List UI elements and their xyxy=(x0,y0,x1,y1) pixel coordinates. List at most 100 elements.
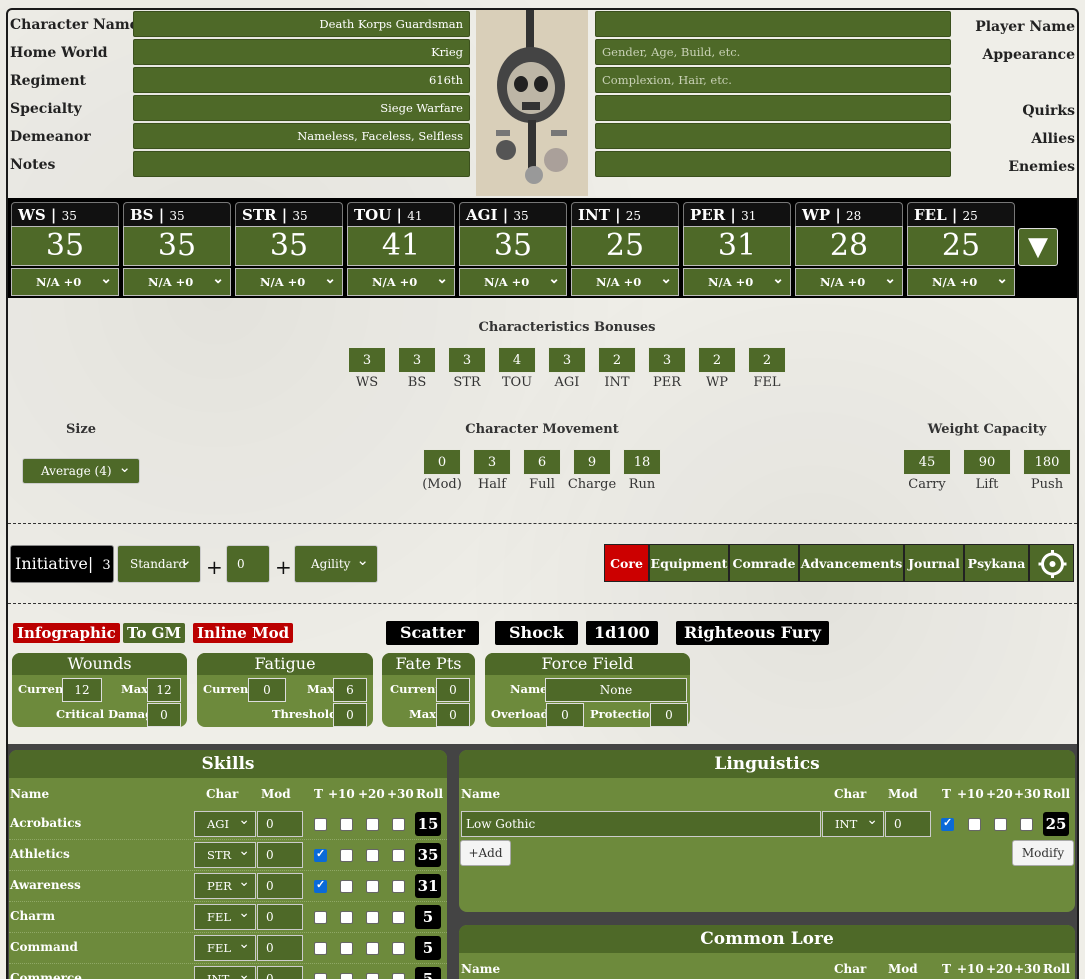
characteristic-mod-select[interactable]: N/A +0 xyxy=(347,266,455,296)
skill-mod-input[interactable]: 0 xyxy=(257,842,303,868)
expand-characteristics-button[interactable]: ▼ xyxy=(1018,228,1058,266)
fatigue-max-input[interactable]: 6 xyxy=(333,678,367,702)
characteristic-mod-select[interactable]: N/A +0 xyxy=(683,266,791,296)
identity-field-left[interactable] xyxy=(133,151,470,177)
identity-field-left[interactable]: Krieg xyxy=(133,39,470,65)
characteristic-value-input[interactable]: 25 xyxy=(571,226,679,266)
skill-plus10-checkbox[interactable] xyxy=(340,911,353,924)
skill-plus10-checkbox[interactable] xyxy=(340,880,353,893)
skill-roll-button[interactable]: 5 xyxy=(415,967,441,979)
fate-max-input[interactable]: 0 xyxy=(436,703,470,727)
fatigue-threshold-input[interactable]: 0 xyxy=(333,703,367,727)
skill-plus30-checkbox[interactable] xyxy=(392,942,405,955)
skill-char-select[interactable]: FEL xyxy=(194,901,256,930)
characteristic-header[interactable]: INT | 25 xyxy=(571,202,679,226)
settings-gear-icon[interactable] xyxy=(1029,544,1074,582)
skill-mod-input[interactable]: 0 xyxy=(257,904,303,930)
fatigue-current-input[interactable]: 0 xyxy=(248,678,286,702)
force-protection-input[interactable]: 0 xyxy=(650,703,688,727)
skill-trained-checkbox[interactable] xyxy=(314,942,327,955)
initiative-stat-select[interactable]: Agility xyxy=(294,542,378,583)
skill-trained-checkbox[interactable] xyxy=(314,911,327,924)
characteristic-mod-select[interactable]: N/A +0 xyxy=(571,266,679,296)
skill-plus30-checkbox[interactable] xyxy=(392,849,405,862)
tab-comrade[interactable]: Comrade xyxy=(729,544,799,582)
language-trained-checkbox[interactable] xyxy=(941,816,954,831)
identity-field-left[interactable]: Siege Warfare xyxy=(133,95,470,121)
modify-language-button[interactable]: Modify xyxy=(1012,840,1074,866)
tab-advancements[interactable]: Advancements xyxy=(799,544,904,582)
skill-roll-button[interactable]: 31 xyxy=(415,874,441,898)
force-name-input[interactable]: None xyxy=(545,678,687,702)
skill-plus20-checkbox[interactable] xyxy=(366,942,379,955)
skill-trained-checkbox[interactable] xyxy=(314,973,327,979)
fate-current-input[interactable]: 0 xyxy=(436,678,470,702)
language-roll-button[interactable]: 25 xyxy=(1043,812,1069,836)
skill-plus20-checkbox[interactable] xyxy=(366,880,379,893)
skill-trained-checkbox[interactable] xyxy=(314,878,327,893)
wounds-current-input[interactable]: 12 xyxy=(62,678,102,702)
language-name-input[interactable]: Low Gothic xyxy=(461,811,821,837)
infographic-toggle[interactable]: Infographic xyxy=(13,623,120,643)
to-gm-toggle[interactable]: To GM xyxy=(123,623,186,643)
skill-trained-checkbox[interactable] xyxy=(314,847,327,862)
language-char-select[interactable]: INT xyxy=(822,808,884,837)
initiative-bonus-input[interactable]: 0 xyxy=(226,545,270,583)
characteristic-header[interactable]: PER | 31 xyxy=(683,202,791,226)
characteristic-header[interactable]: AGI | 35 xyxy=(459,202,567,226)
size-select[interactable]: Average (4) xyxy=(22,455,140,484)
wounds-crit-input[interactable]: 0 xyxy=(147,703,181,727)
characteristic-header[interactable]: TOU | 41 xyxy=(347,202,455,226)
tab-journal[interactable]: Journal xyxy=(904,544,964,582)
identity-field-right[interactable] xyxy=(595,151,951,177)
skill-plus10-checkbox[interactable] xyxy=(340,942,353,955)
characteristic-mod-select[interactable]: N/A +0 xyxy=(459,266,567,296)
skill-plus30-checkbox[interactable] xyxy=(392,973,405,979)
righteous-fury-button[interactable]: Righteous Fury xyxy=(676,621,830,645)
add-language-button[interactable]: +Add xyxy=(460,840,511,866)
skill-char-select[interactable]: FEL xyxy=(194,932,256,961)
wounds-max-input[interactable]: 12 xyxy=(147,678,181,702)
skill-char-select[interactable]: AGI xyxy=(194,808,256,837)
tab-psykana[interactable]: Psykana xyxy=(964,544,1029,582)
identity-field-right[interactable] xyxy=(595,11,951,37)
skill-char-select[interactable]: INT xyxy=(194,963,256,979)
tab-equipment[interactable]: Equipment xyxy=(649,544,729,582)
tab-core[interactable]: Core xyxy=(604,544,649,582)
characteristic-mod-select[interactable]: N/A +0 xyxy=(795,266,903,296)
characteristic-mod-select[interactable]: N/A +0 xyxy=(11,266,119,296)
skill-mod-input[interactable]: 0 xyxy=(257,811,303,837)
skill-char-select[interactable]: PER xyxy=(194,870,256,899)
skill-plus20-checkbox[interactable] xyxy=(366,911,379,924)
characteristic-value-input[interactable]: 31 xyxy=(683,226,791,266)
characteristic-header[interactable]: STR | 35 xyxy=(235,202,343,226)
skill-mod-input[interactable]: 0 xyxy=(257,935,303,961)
skill-roll-button[interactable]: 5 xyxy=(415,905,441,929)
skill-plus20-checkbox[interactable] xyxy=(366,818,379,831)
initiative-mode-select[interactable]: Standard xyxy=(117,542,201,583)
skill-roll-button[interactable]: 35 xyxy=(415,843,441,867)
identity-field-right[interactable]: Gender, Age, Build, etc. xyxy=(595,39,951,65)
skill-plus30-checkbox[interactable] xyxy=(392,880,405,893)
d100-button[interactable]: 1d100 xyxy=(586,621,658,645)
characteristic-value-input[interactable]: 35 xyxy=(11,226,119,266)
characteristic-mod-select[interactable]: N/A +0 xyxy=(123,266,231,296)
identity-field-right[interactable]: Complexion, Hair, etc. xyxy=(595,67,951,93)
skill-char-select[interactable]: STR xyxy=(194,839,256,868)
language-plus20-checkbox[interactable] xyxy=(994,818,1007,831)
skill-plus20-checkbox[interactable] xyxy=(366,849,379,862)
shock-button[interactable]: Shock xyxy=(495,621,578,645)
identity-field-left[interactable]: Nameless, Faceless, Selfless xyxy=(133,123,470,149)
language-mod-input[interactable]: 0 xyxy=(885,811,931,837)
characteristic-value-input[interactable]: 28 xyxy=(795,226,903,266)
force-overload-input[interactable]: 0 xyxy=(546,703,584,727)
identity-field-left[interactable]: Death Korps Guardsman xyxy=(133,11,470,37)
skill-roll-button[interactable]: 5 xyxy=(415,936,441,960)
characteristic-header[interactable]: FEL | 25 xyxy=(907,202,1015,226)
language-plus30-checkbox[interactable] xyxy=(1020,818,1033,831)
characteristic-header[interactable]: WS | 35 xyxy=(11,202,119,226)
skill-trained-checkbox[interactable] xyxy=(314,818,327,831)
skill-plus20-checkbox[interactable] xyxy=(366,973,379,979)
characteristic-value-input[interactable]: 41 xyxy=(347,226,455,266)
skill-plus30-checkbox[interactable] xyxy=(392,911,405,924)
